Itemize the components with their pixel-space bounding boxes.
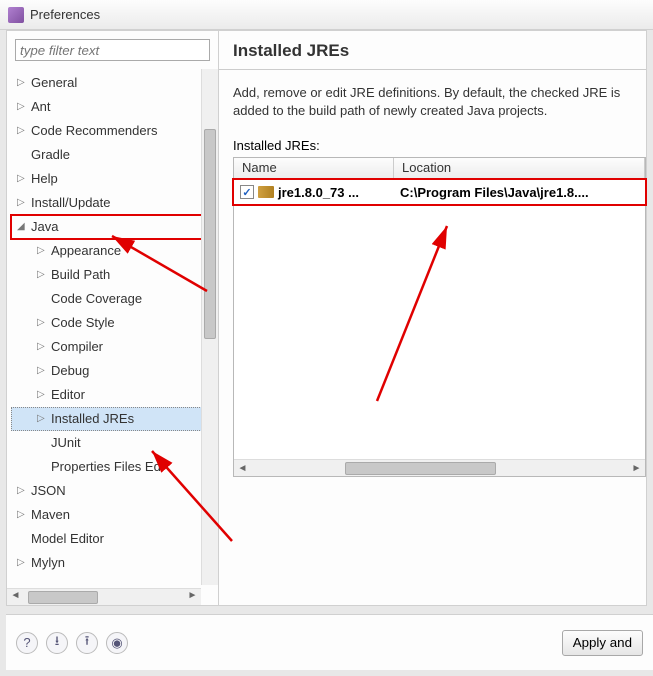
- dialog-body: ▷General▷Ant▷Code Recommenders▷Gradle▷He…: [6, 30, 647, 606]
- tree-item-installed-jres[interactable]: ▷Installed JREs: [11, 407, 218, 431]
- tree-item-help[interactable]: ▷Help: [11, 167, 218, 191]
- jre-icon: [258, 186, 274, 198]
- tree-item-model-editor[interactable]: ▷Model Editor: [11, 527, 218, 551]
- table-label: Installed JREs:: [233, 138, 646, 153]
- tree-item-junit[interactable]: ▷JUnit: [11, 431, 218, 455]
- tree-item-mylyn[interactable]: ▷Mylyn: [11, 551, 218, 575]
- tree-item-maven[interactable]: ▷Maven: [11, 503, 218, 527]
- scroll-right-icon[interactable]: ►: [628, 463, 645, 474]
- tree-item-java[interactable]: ◢Java: [11, 215, 218, 239]
- apply-button[interactable]: Apply and: [562, 630, 643, 656]
- column-location[interactable]: Location: [394, 158, 645, 179]
- title-bar: Preferences: [0, 0, 653, 30]
- right-pane: Installed JREs Add, remove or edit JRE d…: [219, 31, 646, 605]
- tree-item-code-coverage[interactable]: ▷Code Coverage: [11, 287, 218, 311]
- horizontal-scrollbar[interactable]: ◄ ►: [7, 588, 201, 605]
- record-icon[interactable]: ◉: [106, 632, 128, 654]
- jre-location: C:\Program Files\Java\jre1.8....: [394, 185, 645, 200]
- tree-item-code-style[interactable]: ▷Code Style: [11, 311, 218, 335]
- page-title: Installed JREs: [233, 41, 646, 61]
- export-icon[interactable]: ⭱: [76, 632, 98, 654]
- tree-item-debug[interactable]: ▷Debug: [11, 359, 218, 383]
- scroll-right-icon[interactable]: ►: [184, 590, 201, 605]
- tree-item-code-recommenders[interactable]: ▷Code Recommenders: [11, 119, 218, 143]
- filter-input[interactable]: [15, 39, 210, 61]
- tree-item-appearance[interactable]: ▷Appearance: [11, 239, 218, 263]
- divider: [219, 69, 646, 70]
- tree-item-properties-files-edi[interactable]: ▷Properties Files Edi: [11, 455, 218, 479]
- table-row[interactable]: ✓ jre1.8.0_73 ... C:\Program Files\Java\jr…: [234, 180, 645, 204]
- tree-item-compiler[interactable]: ▷Compiler: [11, 335, 218, 359]
- bottom-bar: ? ⭳ ⭱ ◉ Apply and: [6, 614, 653, 670]
- left-pane: ▷General▷Ant▷Code Recommenders▷Gradle▷He…: [7, 31, 219, 605]
- scroll-left-icon[interactable]: ◄: [7, 590, 24, 605]
- tree-item-install-update[interactable]: ▷Install/Update: [11, 191, 218, 215]
- tree-item-ant[interactable]: ▷Ant: [11, 95, 218, 119]
- app-icon: [8, 7, 24, 23]
- tree-item-json[interactable]: ▷JSON: [11, 479, 218, 503]
- vertical-scrollbar[interactable]: [201, 69, 218, 585]
- tree-item-general[interactable]: ▷General: [11, 71, 218, 95]
- table-header: Name Location: [234, 158, 645, 180]
- tree-item-editor[interactable]: ▷Editor: [11, 383, 218, 407]
- tree-item-gradle[interactable]: ▷Gradle: [11, 143, 218, 167]
- table-horizontal-scrollbar[interactable]: ◄ ►: [234, 459, 645, 476]
- jre-table[interactable]: Name Location ✓ jre1.8.0_73 ... C:\Program…: [233, 157, 646, 477]
- jre-name: jre1.8.0_73 ...: [278, 185, 359, 200]
- preferences-tree[interactable]: ▷General▷Ant▷Code Recommenders▷Gradle▷He…: [7, 69, 218, 577]
- help-icon[interactable]: ?: [16, 632, 38, 654]
- page-description: Add, remove or edit JRE definitions. By …: [233, 84, 646, 120]
- checkbox-icon[interactable]: ✓: [240, 185, 254, 199]
- scroll-left-icon[interactable]: ◄: [234, 463, 251, 474]
- import-icon[interactable]: ⭳: [46, 632, 68, 654]
- tree-item-build-path[interactable]: ▷Build Path: [11, 263, 218, 287]
- column-name[interactable]: Name: [234, 158, 394, 179]
- window-title: Preferences: [30, 7, 100, 22]
